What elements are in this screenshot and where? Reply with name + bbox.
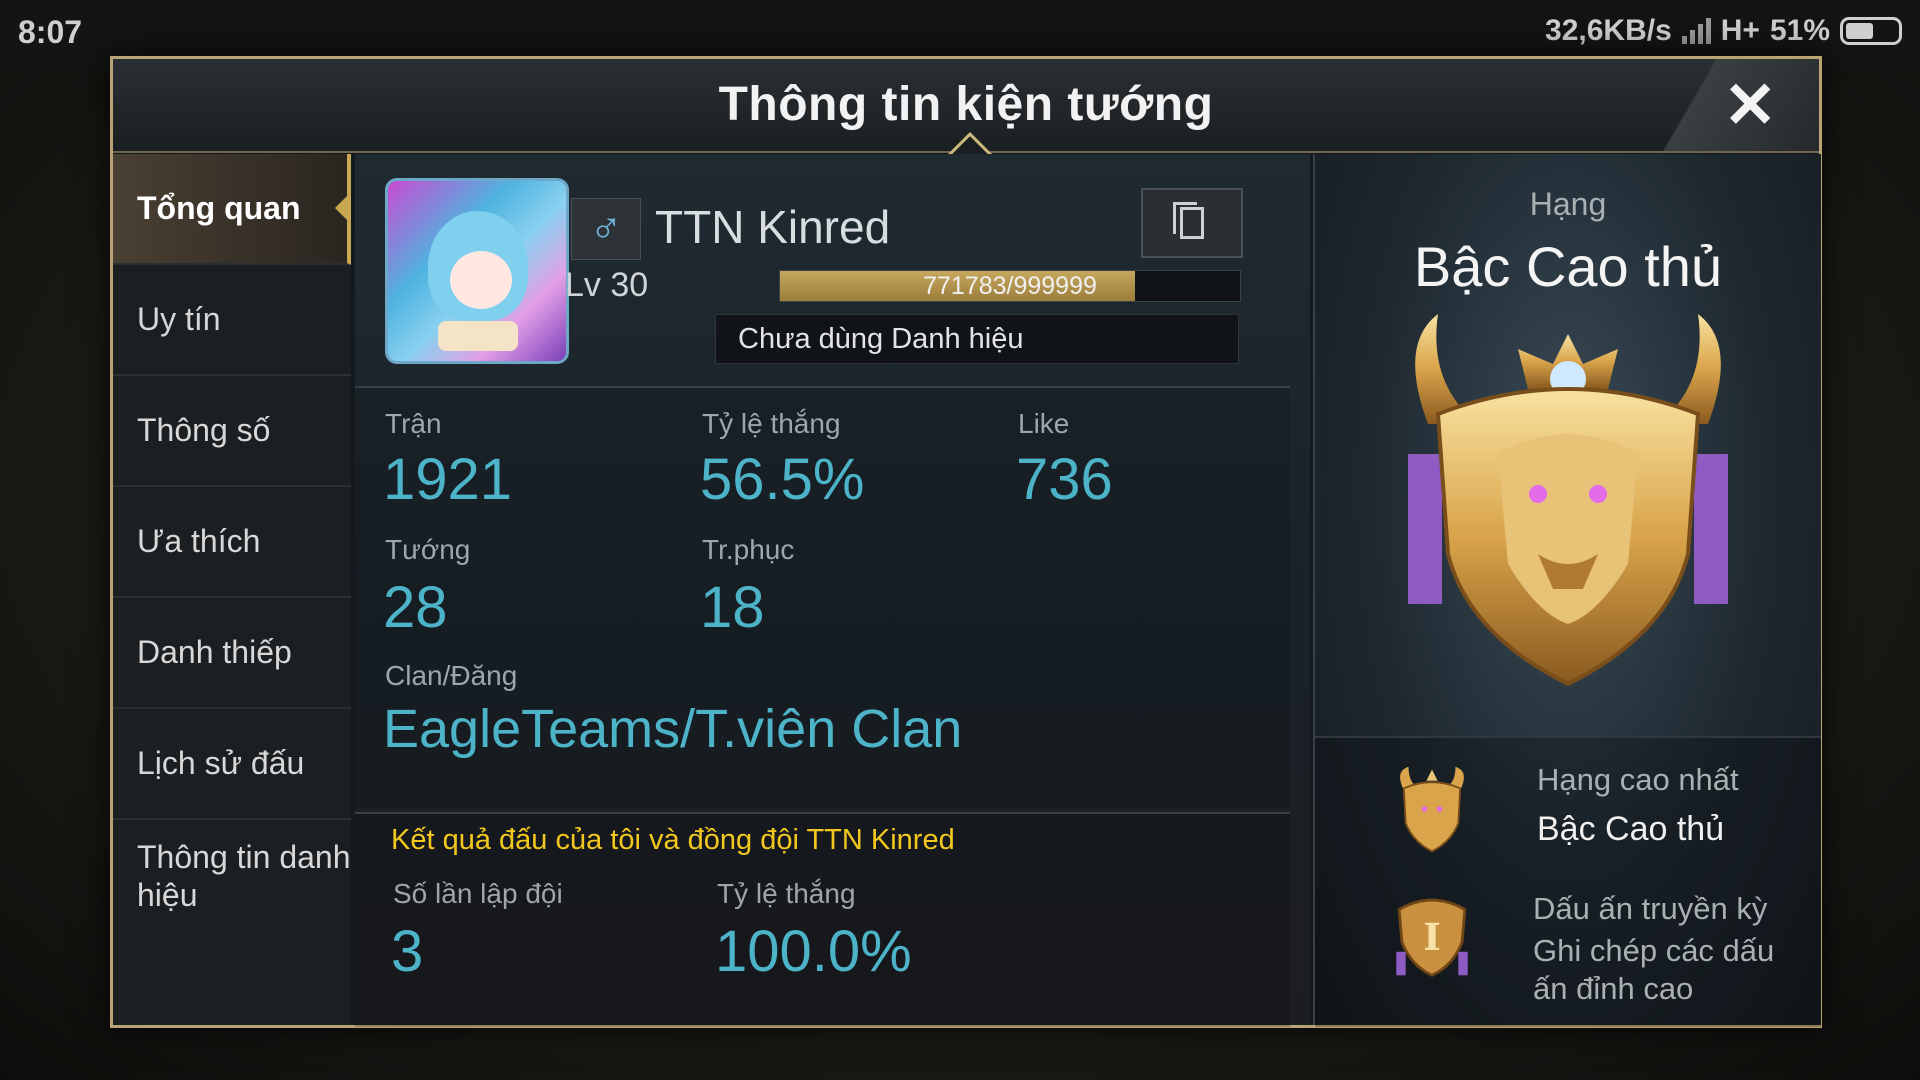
sidebar-item-label: Tổng quan — [137, 190, 301, 226]
clan-value[interactable]: EagleTeams/T.viên Clan — [383, 698, 962, 760]
status-time: 8:07 — [18, 14, 83, 50]
title-text: Chưa dùng Danh hiệu — [738, 323, 1024, 355]
teammate-title: Kết quả đấu của tôi và đồng đội TTN Kinr… — [391, 824, 955, 856]
heroes-value: 28 — [383, 575, 448, 640]
sidebar-item-label: Ưa thích — [137, 523, 261, 559]
highest-rank-icon — [1400, 766, 1464, 853]
avatar-face — [450, 251, 512, 309]
copy-icon — [1173, 202, 1204, 239]
team-winrate-label: Tỷ lệ thắng — [717, 878, 856, 909]
avatar-cake — [438, 321, 518, 351]
legend-mark-icon[interactable]: I — [1385, 886, 1479, 980]
matches-label: Trận — [385, 408, 442, 439]
legend-numeral: I — [1423, 915, 1441, 959]
skins-label: Tr.phục — [702, 534, 795, 565]
profile-dialog: Thông tin kiện tướng ✕ Tổng quan Uy tín … — [110, 56, 1822, 1028]
sidebar-item-stats[interactable]: Thông số — [113, 376, 351, 487]
rank-details: Hạng cao nhất Bậc Cao thủ I Dấu ấn truyề… — [1315, 736, 1821, 1027]
rank-panel: Hạng Bậc Cao thủ Hạng cao nhất Bậc Cao t… — [1313, 154, 1821, 1027]
rank-name: Bậc Cao thủ — [1413, 235, 1723, 298]
sidebar-item-match-history[interactable]: Lịch sử đấu — [113, 709, 351, 820]
close-button[interactable]: ✕ — [1619, 59, 1819, 151]
network-type: H+ — [1720, 14, 1760, 47]
heroes-label: Tướng — [385, 534, 471, 565]
teammate-results: Kết quả đấu của tôi và đồng đội TTN Kinr… — [355, 812, 1290, 1027]
team-count-value: 3 — [391, 919, 424, 984]
stats-box: Trận 1921 Tỷ lệ thắng 56.5% Like 736 Tướ… — [355, 386, 1290, 808]
player-level: Lv 30 — [565, 266, 649, 304]
legend-title: Dấu ấn truyền kỳ — [1533, 891, 1768, 926]
matches-value: 1921 — [383, 447, 513, 512]
sidebar-item-business-card[interactable]: Danh thiếp — [113, 598, 351, 709]
status-indicators: 32,6KB/s H+ 51% — [1545, 14, 1902, 48]
legend-line-1: Ghi chép các dấu — [1533, 933, 1775, 968]
player-name: TTN Kinred — [655, 201, 891, 253]
legend-line-2: ấn đỉnh cao — [1533, 971, 1694, 1006]
network-speed: 32,6KB/s — [1545, 14, 1672, 47]
battery-icon — [1840, 17, 1902, 45]
battery-percent: 51% — [1769, 14, 1830, 47]
highest-rank-label: Hạng cao nhất — [1537, 762, 1739, 797]
sidebar-item-label: Thông số — [137, 412, 271, 448]
xp-bar: 771783/999999 — [779, 270, 1241, 302]
close-icon: ✕ — [1723, 69, 1777, 141]
male-gender-icon: ♂ — [571, 198, 641, 260]
signal-icon — [1681, 18, 1711, 44]
title-slot[interactable]: Chưa dùng Danh hiệu — [715, 314, 1239, 364]
clan-label: Clan/Đăng — [385, 660, 518, 691]
sidebar-item-label: Danh thiếp — [137, 634, 292, 670]
skins-value: 18 — [700, 575, 765, 640]
overview-panel: ♂ TTN Kinred Lv 30 771783/999999 Chưa dù… — [355, 154, 1310, 1027]
team-winrate-value: 100.0% — [715, 919, 912, 984]
sidebar-item-overview[interactable]: Tổng quan — [113, 154, 351, 265]
like-value: 736 — [1016, 447, 1113, 512]
copy-button[interactable] — [1141, 188, 1243, 258]
team-count-label: Số lần lập đội — [393, 878, 563, 909]
sidebar-item-label: Lịch sử đấu — [137, 745, 305, 781]
sidebar: Tổng quan Uy tín Thông số Ưa thích Danh … — [113, 154, 351, 1025]
sidebar-item-title-info[interactable]: Thông tin danh hiệu — [113, 820, 351, 914]
rank-label: Hạng — [1529, 186, 1607, 222]
sidebar-item-favorites[interactable]: Ưa thích — [113, 487, 351, 598]
winrate-label: Tỷ lệ thắng — [702, 408, 841, 439]
winrate-value: 56.5% — [700, 447, 865, 512]
xp-text: 771783/999999 — [923, 272, 1097, 300]
highest-rank-value: Bậc Cao thủ — [1537, 810, 1725, 848]
avatar[interactable] — [385, 178, 569, 364]
sidebar-item-label: Uy tín — [137, 301, 221, 337]
sidebar-item-label: Thông tin danh hiệu — [137, 839, 351, 913]
like-label: Like — [1018, 408, 1070, 439]
sidebar-item-reputation[interactable]: Uy tín — [113, 265, 351, 376]
dialog-title: Thông tin kiện tướng — [718, 78, 1214, 131]
master-rank-emblem-icon[interactable] — [1368, 304, 1768, 704]
